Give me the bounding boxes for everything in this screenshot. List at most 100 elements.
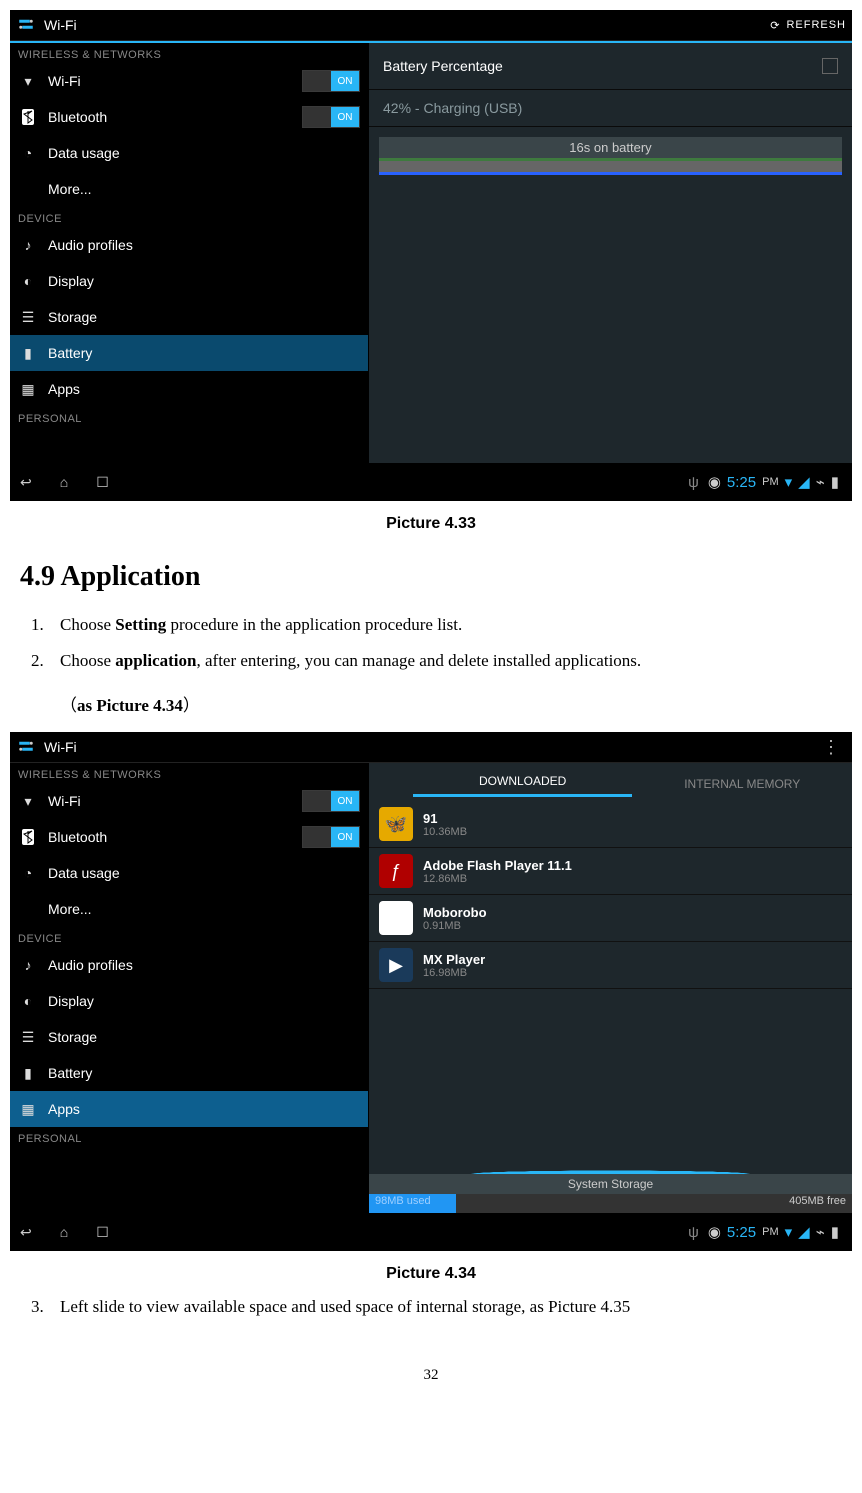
- storage-icon: ☰: [18, 309, 38, 326]
- data-usage-icon: ◔: [18, 145, 38, 161]
- sidebar-item-apps[interactable]: ▦Apps: [10, 1091, 368, 1127]
- sidebar-label: Audio profiles: [48, 237, 133, 253]
- refresh-label: REFRESH: [786, 19, 846, 31]
- sidebar-label: Audio profiles: [48, 957, 133, 973]
- sidebar-label: Data usage: [48, 865, 120, 881]
- sidebar-label: Bluetooth: [48, 109, 107, 125]
- sidebar-label: Battery: [48, 1065, 92, 1081]
- home-button[interactable]: ⌂: [60, 474, 68, 490]
- app-name: 91: [423, 811, 467, 826]
- status-bar: ψ ◉ 5:25 PM ▾ ◢ ⌁ ▮: [688, 1223, 842, 1241]
- sidebar-item-data-usage[interactable]: ◔ Data usage: [10, 135, 368, 171]
- sidebar-item-apps[interactable]: ▦ Apps: [10, 371, 368, 407]
- bluetooth-toggle[interactable]: ON: [302, 826, 360, 848]
- nav-bar: ↩ ⌂ ☐ ψ ◉ 5:25 PM ▾ ◢ ⌁ ▮: [10, 1213, 852, 1251]
- signal-icon: ◢: [798, 473, 810, 491]
- app-row[interactable]: ƒAdobe Flash Player 11.112.86MB: [369, 848, 852, 895]
- apps-panel: DOWNLOADED INTERNAL MEMORY 🦋9110.36MBƒAd…: [368, 763, 852, 1213]
- nav-bar: ↩ ⌂ ☐ ψ ◉ 5:25 PM ▾ ◢ ⌁ ▮: [10, 463, 852, 501]
- refresh-button[interactable]: ⟳ REFRESH: [770, 19, 846, 32]
- checkbox[interactable]: [822, 58, 838, 74]
- sidebar-label: Data usage: [48, 145, 120, 161]
- instruction-list: Left slide to view available space and u…: [20, 1297, 852, 1317]
- sidebar-label: Display: [48, 993, 94, 1009]
- section-wireless: WIRELESS & NETWORKS: [10, 43, 368, 63]
- figure-caption: Picture 4.33: [10, 515, 852, 533]
- android-icon: ◉: [708, 1223, 721, 1241]
- battery-percentage-row[interactable]: Battery Percentage: [369, 43, 852, 90]
- tab-downloaded[interactable]: DOWNLOADED: [413, 774, 633, 797]
- sidebar-item-bluetooth[interactable]: Bluetooth ON: [10, 819, 368, 855]
- back-button[interactable]: ↩: [20, 1224, 32, 1241]
- app-size: 0.91MB: [423, 920, 487, 932]
- app-icon: ƒ: [379, 854, 413, 888]
- section-wireless: WIRELESS & NETWORKS: [10, 763, 368, 783]
- clock-ampm: PM: [762, 476, 779, 488]
- wifi-status-icon: ▾: [785, 1223, 793, 1241]
- sidebar-item-battery[interactable]: ▮ Battery: [10, 335, 368, 371]
- bluetooth-icon: [18, 109, 38, 125]
- recent-button[interactable]: ☐: [96, 474, 109, 491]
- display-icon: ◐: [18, 273, 38, 289]
- toggle-on-label: ON: [331, 107, 359, 127]
- battery-status: 42% - Charging (USB): [369, 90, 852, 127]
- recent-button[interactable]: ☐: [96, 1224, 109, 1241]
- app-row[interactable]: 🦋9110.36MB: [369, 801, 852, 848]
- data-usage-icon: ◔: [18, 865, 38, 881]
- screenshot-battery: Wi-Fi ⟳ REFRESH WIRELESS & NETWORKS ▾ Wi…: [10, 10, 852, 501]
- sidebar-item-wifi[interactable]: ▾ Wi-Fi ON: [10, 63, 368, 99]
- storage-bar: 98MB used 405MB free: [369, 1194, 852, 1213]
- app-row[interactable]: ▶MX Player16.98MB: [369, 942, 852, 989]
- bt-status-icon: ⌁: [816, 473, 825, 491]
- display-icon: ◐: [18, 993, 38, 1009]
- list-item: Choose Setting procedure in the applicat…: [48, 615, 852, 635]
- app-icon: 🦋: [379, 807, 413, 841]
- sidebar-label: Wi-Fi: [48, 73, 81, 89]
- clock: 5:25: [727, 474, 756, 491]
- sidebar-label: Wi-Fi: [48, 793, 81, 809]
- battery-icon: ▮: [18, 1065, 38, 1082]
- sidebar-item-storage[interactable]: ☰ Storage: [10, 299, 368, 335]
- back-button[interactable]: ↩: [20, 474, 32, 491]
- clock-ampm: PM: [762, 1226, 779, 1238]
- sidebar-item-battery[interactable]: ▮ Battery: [10, 1055, 368, 1091]
- section-heading: 4.9 Application: [20, 561, 852, 593]
- apps-tabs: DOWNLOADED INTERNAL MEMORY: [369, 763, 852, 797]
- sidebar-label: Display: [48, 273, 94, 289]
- instruction-list: Choose Setting procedure in the applicat…: [20, 615, 852, 716]
- battery-panel: Battery Percentage 42% - Charging (USB) …: [368, 43, 852, 463]
- wifi-icon: ▾: [18, 793, 38, 810]
- sidebar-item-display[interactable]: ◐ Display: [10, 263, 368, 299]
- section-personal: PERSONAL: [10, 407, 368, 427]
- sidebar-item-more[interactable]: More...: [10, 171, 368, 207]
- sidebar-item-data-usage[interactable]: ◔ Data usage: [10, 855, 368, 891]
- tab-internal[interactable]: INTERNAL MEMORY: [632, 777, 852, 797]
- sidebar-label: Bluetooth: [48, 829, 107, 845]
- sidebar-item-more[interactable]: More...: [10, 891, 368, 927]
- overflow-menu-icon[interactable]: ⋮: [822, 737, 846, 758]
- sidebar-item-audio[interactable]: ♪ Audio profiles: [10, 227, 368, 263]
- sidebar-label: More...: [48, 901, 92, 917]
- wifi-status-icon: ▾: [785, 473, 793, 491]
- wifi-icon: ▾: [18, 73, 38, 90]
- sidebar-item-display[interactable]: ◐ Display: [10, 983, 368, 1019]
- sidebar-item-storage[interactable]: ☰Storage: [10, 1019, 368, 1055]
- bluetooth-toggle[interactable]: ON: [302, 106, 360, 128]
- home-button[interactable]: ⌂: [60, 1224, 68, 1240]
- sidebar-item-bluetooth[interactable]: Bluetooth ON: [10, 99, 368, 135]
- sidebar-label: Battery: [48, 345, 92, 361]
- storage-free: 405MB free: [789, 1195, 846, 1213]
- app-row[interactable]: 〽Moborobo0.91MB: [369, 895, 852, 942]
- title-bar: Wi-Fi ⋮: [10, 732, 852, 763]
- sidebar-item-audio[interactable]: ♪Audio profiles: [10, 947, 368, 983]
- settings-sidebar: WIRELESS & NETWORKS ▾ Wi-Fi ON Bluetooth…: [10, 43, 368, 463]
- list-item: Choose application, after entering, you …: [48, 651, 852, 716]
- app-name: Adobe Flash Player 11.1: [423, 858, 572, 873]
- app-list: 🦋9110.36MBƒAdobe Flash Player 11.112.86M…: [369, 797, 852, 993]
- wifi-toggle[interactable]: ON: [302, 70, 360, 92]
- sidebar-item-wifi[interactable]: ▾ Wi-Fi ON: [10, 783, 368, 819]
- title-text: Wi-Fi: [44, 17, 77, 33]
- battery-graph[interactable]: 16s on battery: [379, 137, 842, 175]
- wifi-toggle[interactable]: ON: [302, 790, 360, 812]
- bluetooth-icon: [18, 829, 38, 845]
